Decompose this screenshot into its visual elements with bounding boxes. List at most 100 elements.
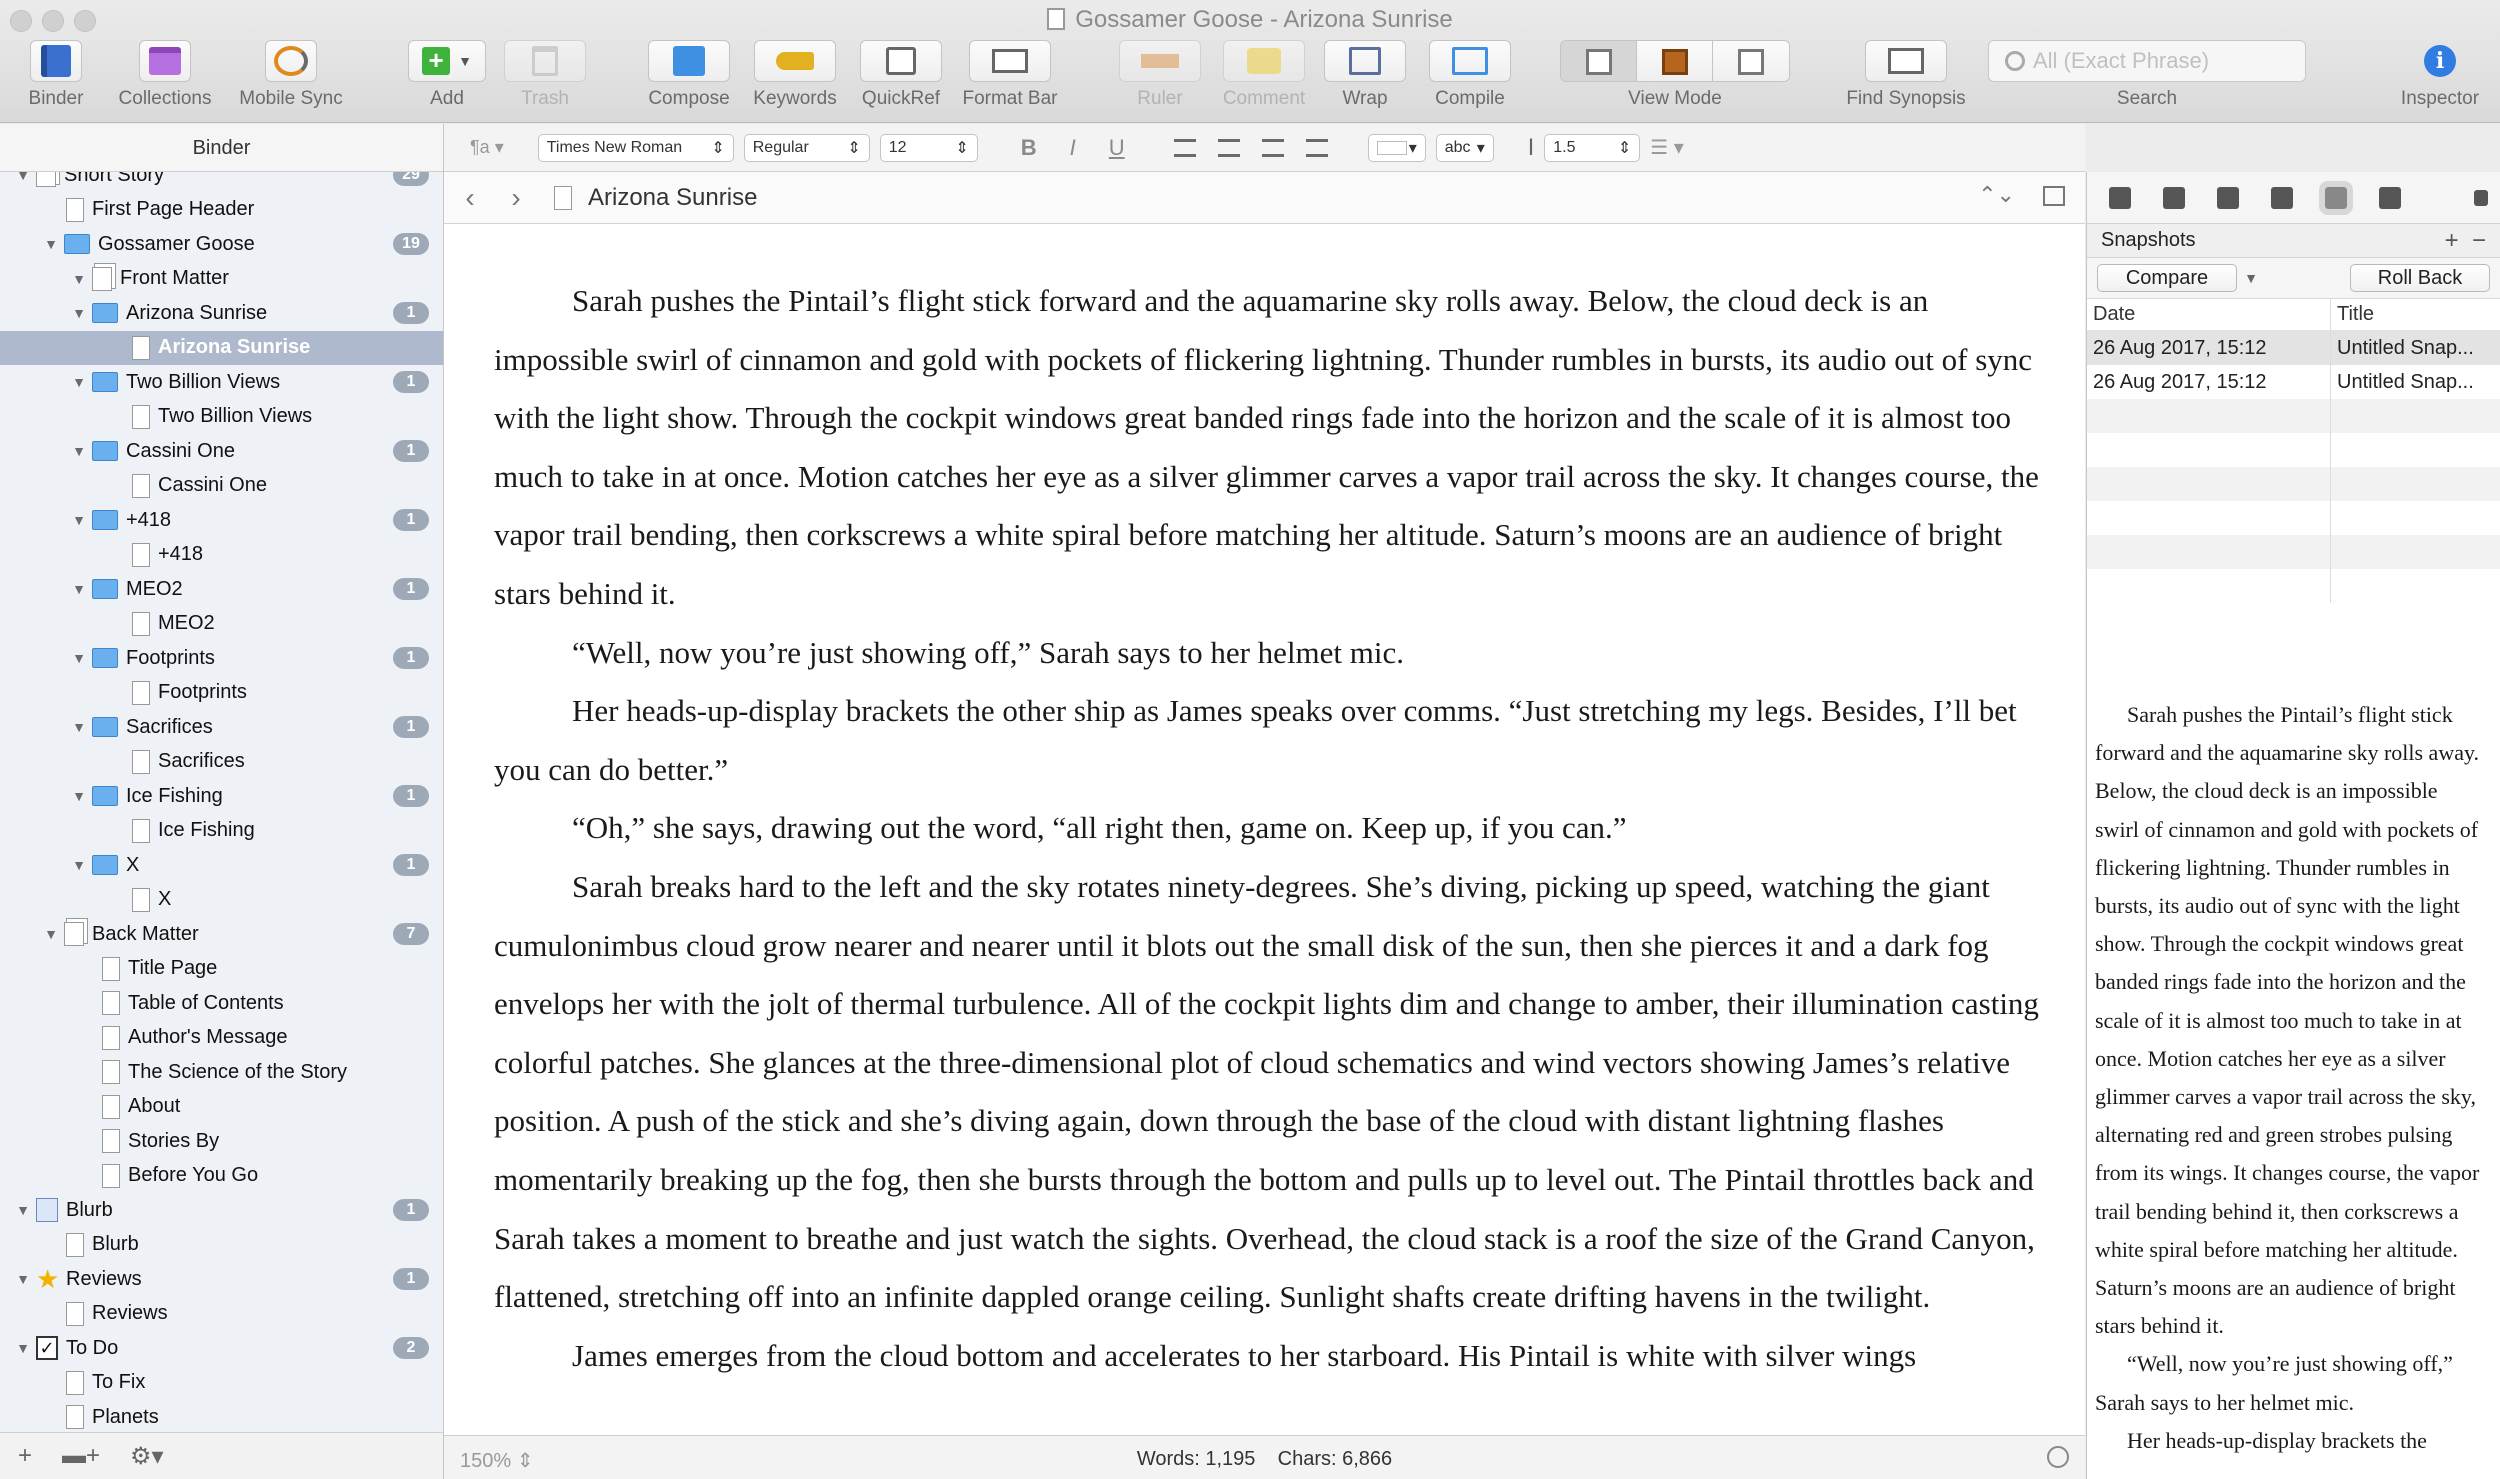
binder-item-meo2-folder[interactable]: ▼ MEO2 1 [0, 572, 443, 607]
chevron-down-icon[interactable]: ▼ [2244, 270, 2258, 286]
compare-button[interactable]: Compare ▼ [2097, 264, 2258, 292]
binder-item-gossamer-goose[interactable]: ▼ Gossamer Goose 19 [0, 227, 443, 262]
remove-snapshot-icon[interactable]: − [2472, 227, 2486, 254]
gear-icon[interactable]: ⚙▾ [130, 1442, 164, 1471]
outline-view-button[interactable] [1713, 41, 1789, 81]
disclosure-triangle-icon[interactable]: ▼ [70, 719, 88, 735]
binder-item-table-of-contents[interactable]: Table of Contents [0, 986, 443, 1021]
column-header-date[interactable]: Date [2087, 299, 2331, 330]
editor-paragraph[interactable]: Sarah pushes the Pintail’s flight stick … [494, 272, 2054, 624]
binder-item-blurb[interactable]: Blurb [0, 1228, 443, 1263]
binder-item-ice-fishing[interactable]: Ice Fishing [0, 814, 443, 849]
compose-toolbar-button[interactable]: Compose [642, 40, 736, 110]
table-row[interactable]: 26 Aug 2017, 15:12 Untitled Snap... [2087, 365, 2500, 399]
align-right-icon[interactable] [1261, 138, 1284, 157]
paragraph-style-menu[interactable]: ¶a ▾ [470, 137, 504, 158]
disclosure-triangle-icon[interactable]: ▼ [42, 236, 60, 252]
editor-paragraph[interactable]: “Oh,” she says, drawing out the word, “a… [494, 799, 2054, 858]
binder-item-x[interactable]: X [0, 883, 443, 918]
binder-item-418[interactable]: +418 [0, 538, 443, 573]
comment-toolbar-button[interactable]: Comment [1216, 40, 1312, 110]
binder-item-meo2[interactable]: MEO2 [0, 607, 443, 642]
binder-item-planets[interactable]: Planets [0, 1400, 443, 1432]
editor-paragraph[interactable]: Sarah breaks hard to the left and the sk… [494, 858, 2054, 1327]
align-justify-icon[interactable] [1305, 138, 1328, 157]
editor-paragraph[interactable]: “Well, now you’re just showing off,” Sar… [494, 624, 2054, 683]
disclosure-triangle-icon[interactable]: ▼ [70, 512, 88, 528]
binder-item-arizona-sunrise[interactable]: Arizona Sunrise [0, 330, 443, 365]
disclosure-triangle-icon[interactable]: ▼ [70, 374, 88, 390]
line-spacing-select[interactable]: 1.5 ⇕ [1544, 133, 1641, 162]
add-toolbar-button[interactable]: + ▼ Add [408, 40, 486, 110]
add-item-icon[interactable]: + [18, 1442, 32, 1470]
binder-item-sacrifices[interactable]: Sacrifices [0, 745, 443, 780]
disclosure-triangle-icon[interactable]: ▼ [70, 443, 88, 459]
disclosure-triangle-icon[interactable]: ▼ [70, 305, 88, 321]
bold-button[interactable]: B [1012, 135, 1046, 161]
font-weight-select[interactable]: Regular ⇕ [743, 133, 870, 162]
snapshots-tab-icon[interactable] [2319, 180, 2353, 215]
trash-toolbar-button[interactable]: Trash [504, 40, 586, 110]
binder-item-authors-message[interactable]: Author's Message [0, 1021, 443, 1056]
binder-item-before-you-go[interactable]: Before You Go [0, 1159, 443, 1194]
binder-item-reviews[interactable]: Reviews [0, 1297, 443, 1332]
editor-text[interactable]: Sarah pushes the Pintail’s flight stick … [494, 272, 2054, 1385]
binder-item-stories-by[interactable]: Stories By [0, 1124, 443, 1159]
format-bar-toolbar-button[interactable]: Format Bar [956, 40, 1064, 110]
binder-item-blurb-folder[interactable]: ▼ Blurb 1 [0, 1193, 443, 1228]
disclosure-triangle-icon[interactable]: ▼ [70, 581, 88, 597]
italic-button[interactable]: I [1056, 135, 1090, 161]
tag-tab-icon[interactable] [2271, 186, 2293, 209]
font-family-select[interactable]: Times New Roman ⇕ [537, 133, 734, 162]
wrap-toolbar-button[interactable]: Wrap [1324, 40, 1406, 110]
metadata-tab-icon[interactable] [2217, 186, 2239, 209]
binder-item-x-folder[interactable]: ▼ X 1 [0, 848, 443, 883]
disclosure-triangle-icon[interactable]: ▼ [14, 1202, 32, 1218]
ruler-toolbar-button[interactable]: Ruler [1118, 40, 1202, 110]
binder-item-418-folder[interactable]: ▼ +418 1 [0, 503, 443, 538]
search-field[interactable] [1988, 40, 2306, 82]
collections-toolbar-button[interactable]: Collections [110, 40, 220, 110]
editor-document-title[interactable]: Arizona Sunrise [588, 184, 757, 212]
table-row[interactable]: 26 Aug 2017, 15:12 Untitled Snap... [2087, 331, 2500, 365]
split-editor-icon[interactable] [2043, 186, 2065, 206]
disclosure-triangle-icon[interactable]: ▼ [70, 788, 88, 804]
binder-item-ice-fishing-folder[interactable]: ▼ Ice Fishing 1 [0, 779, 443, 814]
binder-item-arizona-sunrise-folder[interactable]: ▼ Arizona Sunrise 1 [0, 296, 443, 331]
add-folder-icon[interactable]: ▬+ [62, 1442, 100, 1470]
font-size-select[interactable]: 12 ⇕ [879, 133, 978, 162]
highlight-select[interactable]: abc ▾ [1435, 133, 1494, 162]
underline-button[interactable]: U [1100, 135, 1134, 161]
binder-item-front-matter[interactable]: ▼ Front Matter [0, 262, 443, 297]
inspector-toolbar-button[interactable]: i Inspector [2390, 40, 2490, 110]
chevron-up-down-icon[interactable]: ⌃⌄ [1978, 182, 2015, 208]
binder-item-short-story[interactable]: ▼ Short Story 29 [0, 172, 443, 193]
editor-paragraph[interactable]: James emerges from the cloud bottom and … [494, 1327, 2054, 1386]
binder-item-footprints[interactable]: Footprints [0, 676, 443, 711]
binder-item-two-billion-views[interactable]: Two Billion Views [0, 400, 443, 435]
binder-item-reviews-folder[interactable]: ▼ ★ Reviews 1 [0, 1262, 443, 1297]
find-synopsis-toolbar-button[interactable]: Find Synopsis [1836, 40, 1976, 110]
disclosure-triangle-icon[interactable]: ▼ [70, 271, 88, 287]
editor-paragraph[interactable]: Her heads-up-display brackets the other … [494, 682, 2054, 799]
binder-toolbar-button[interactable]: Binder [8, 40, 104, 110]
add-snapshot-icon[interactable]: + [2445, 227, 2459, 254]
binder-item-science-of-the-story[interactable]: The Science of the Story [0, 1055, 443, 1090]
disclosure-triangle-icon[interactable]: ▼ [14, 1271, 32, 1287]
mobile-sync-toolbar-button[interactable]: Mobile Sync [232, 40, 350, 110]
list-icon[interactable]: ☰ ▾ [1650, 135, 1684, 160]
bookmark-tab-icon[interactable] [2163, 186, 2185, 209]
compile-toolbar-button[interactable]: Compile [1422, 40, 1518, 110]
binder-item-footprints-folder[interactable]: ▼ Footprints 1 [0, 641, 443, 676]
column-header-title[interactable]: Title [2331, 299, 2499, 330]
binder-item-about[interactable]: About [0, 1090, 443, 1125]
disclosure-triangle-icon[interactable]: ▼ [70, 650, 88, 666]
disclosure-triangle-icon[interactable]: ▼ [14, 172, 32, 183]
align-left-icon[interactable] [1173, 138, 1196, 157]
align-center-icon[interactable] [1217, 138, 1240, 157]
comments-tab-icon[interactable] [2379, 186, 2401, 209]
target-icon[interactable] [2047, 1446, 2069, 1468]
binder-item-first-page-header[interactable]: First Page Header [0, 193, 443, 228]
text-color-select[interactable]: ▾ [1367, 133, 1426, 162]
binder-item-two-billion-views-folder[interactable]: ▼ Two Billion Views 1 [0, 365, 443, 400]
